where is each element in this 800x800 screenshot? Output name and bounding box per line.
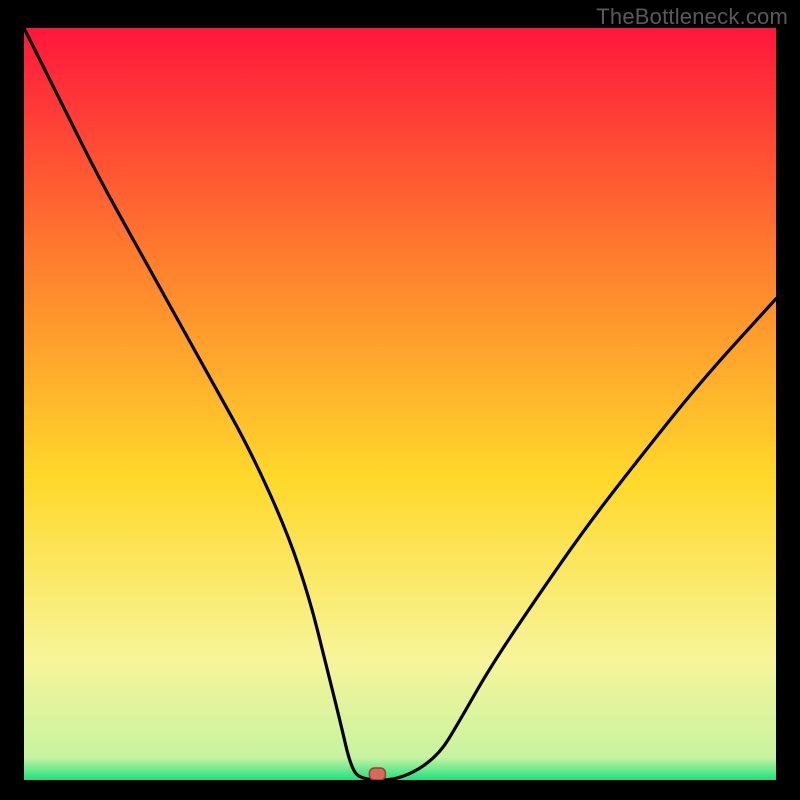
chart-svg: [24, 28, 776, 780]
gradient-background: [24, 28, 776, 780]
watermark-text: TheBottleneck.com: [596, 4, 788, 30]
optimal-marker: [369, 768, 385, 780]
plot-area: [24, 28, 776, 780]
chart-frame: TheBottleneck.com: [0, 0, 800, 800]
